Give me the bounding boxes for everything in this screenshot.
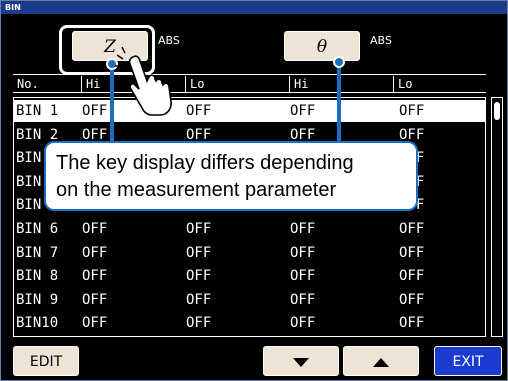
- callout-line-2: on the measurement parameter: [56, 179, 337, 201]
- hand-pointer-icon: [115, 46, 172, 116]
- callout-line-1: The key display differs depending: [56, 152, 354, 174]
- annotation-callout: The key display differs depending on the…: [44, 141, 418, 211]
